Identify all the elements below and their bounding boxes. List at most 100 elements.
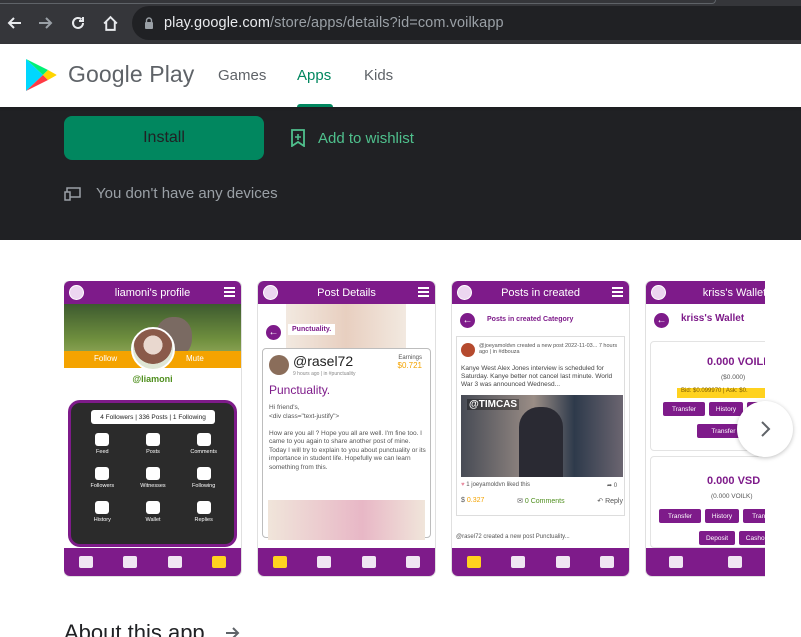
carousel-next-button[interactable] <box>737 401 793 457</box>
bottom-nav <box>258 548 435 576</box>
posts-icon <box>467 556 482 568</box>
hamburger-menu-icon <box>612 287 623 297</box>
posts-icon <box>668 556 683 568</box>
share-row: ➦ 0 <box>607 482 617 489</box>
grid-icon <box>555 556 570 568</box>
following-icon <box>196 467 211 480</box>
back-arrow-icon: ← <box>654 313 669 328</box>
back-arrow-icon: ← <box>460 313 475 328</box>
avatar <box>69 285 84 300</box>
about-section-heading[interactable]: About this app <box>64 620 241 637</box>
tab-games[interactable]: Games <box>218 67 266 84</box>
menu-following: Following <box>178 467 229 489</box>
screen-title-bar: kriss's Wallet <box>646 281 765 304</box>
forward-button[interactable] <box>35 12 57 34</box>
post-earnings: Earnings $0.721 <box>398 355 422 370</box>
back-button[interactable] <box>3 12 25 34</box>
post-meta: @joeyamoldvn created a new post 2022-11-… <box>479 343 618 355</box>
bank-icon <box>123 556 138 568</box>
back-arrow-icon: ← <box>266 325 281 340</box>
transfer-button: Transfer <box>659 509 701 523</box>
followers-icon <box>95 467 110 480</box>
home-button[interactable] <box>99 12 121 34</box>
profile-username: @liamoni <box>132 374 173 384</box>
bookmark-add-icon <box>291 129 305 147</box>
screen-title: Posts in created <box>501 286 580 299</box>
devices-notice: You don't have any devices <box>64 185 278 202</box>
app-hero: Install Add to wishlist You don't have a… <box>0 107 801 240</box>
brand-name[interactable]: Google Play <box>68 61 194 88</box>
heart-icon: ♥ <box>461 482 465 488</box>
menu-followers: Followers <box>77 467 128 489</box>
menu-label: Replies <box>194 517 213 523</box>
tab-apps[interactable]: Apps <box>297 67 331 84</box>
reply-action: ↶ Reply <box>597 497 623 505</box>
post-author: @rasel72 <box>293 353 354 369</box>
screenshot-post-details[interactable]: Post Details ← Punctuality. @rasel72 9 h… <box>258 281 435 576</box>
earnings-value: $0.721 <box>397 361 422 370</box>
posts-icon <box>273 556 288 568</box>
tab-strip-edge <box>0 0 716 4</box>
vsd-amount: 0.000 VSD <box>707 475 761 487</box>
screen-title: liamoni's profile <box>114 286 191 299</box>
arrow-left-icon <box>7 17 21 29</box>
dashboard-icon <box>405 556 420 568</box>
avatar <box>457 285 472 300</box>
hamburger-menu-icon <box>418 287 429 297</box>
like-count: 1 <box>466 482 470 488</box>
reload-button[interactable] <box>67 12 89 34</box>
tab-kids[interactable]: Kids <box>364 67 393 84</box>
arrow-right-icon <box>225 627 240 637</box>
transfer-button: Transfer <box>663 402 705 416</box>
devices-label: You don't have any devices <box>96 185 278 202</box>
screenshot-profile[interactable]: liamoni's profile Follow Mute @liamoni 4… <box>64 281 241 576</box>
menu-comments: Comments <box>178 433 229 455</box>
install-button[interactable]: Install <box>64 116 264 160</box>
menu-label: Followers <box>90 483 115 489</box>
home-icon <box>102 15 118 31</box>
chevron-right-icon <box>761 421 771 437</box>
screen-title-bar: liamoni's profile <box>64 281 241 304</box>
add-to-wishlist-button[interactable]: Add to wishlist <box>290 129 414 147</box>
image-caption: @TIMCAS <box>467 399 520 410</box>
voilk-amount: 0.000 VOILK <box>707 356 765 368</box>
active-tab-indicator <box>297 104 333 107</box>
menu-label: Following <box>192 483 216 489</box>
address-bar[interactable]: play.google.com/store/apps/details?id=co… <box>132 6 801 40</box>
post-meta: 9 hours ago | in #punctuality <box>293 371 356 377</box>
google-play-logo-icon[interactable] <box>23 57 59 93</box>
about-title: About this app <box>64 620 205 637</box>
wallet-heading: kriss's Wallet <box>681 313 745 324</box>
bank-icon <box>727 556 742 568</box>
url-host: play.google.com <box>164 15 271 31</box>
hamburger-menu-icon <box>224 287 235 297</box>
bank-icon <box>511 556 526 568</box>
bottom-nav <box>64 548 241 576</box>
rss-icon <box>95 433 110 446</box>
follow-button: Follow <box>94 354 118 363</box>
vsd-voilk: (0.000 VOILK) <box>711 493 753 500</box>
liked-by: joeyamoldvn liked this <box>471 482 530 488</box>
post-excerpt: Kanye West Alex Jones interview is sched… <box>461 365 613 388</box>
comments-count: ✉ 0 Comments <box>517 497 565 505</box>
next-post-preview: @rasel72 created a new post Punctuality.… <box>456 534 570 540</box>
reload-icon <box>72 16 84 29</box>
screen-title: Post Details <box>317 286 376 299</box>
post-title: Punctuality. <box>269 383 331 397</box>
post-image: @TIMCAS <box>461 395 623 477</box>
arrow-right-icon <box>39 17 53 29</box>
post-actions: $ 0.327 ✉ 0 Comments ↶ Reply <box>461 497 623 505</box>
screenshot-posts-created[interactable]: Posts in created ← Posts in created Cate… <box>452 281 629 576</box>
vsd-balance-card: 0.000 VSD (0.000 VOILK) Transfer History… <box>650 456 765 548</box>
url-path: /store/apps/details?id=com.voilkapp <box>270 15 504 31</box>
witnesses-icon <box>145 467 160 480</box>
play-header: Google Play Games Apps Kids <box>0 44 801 107</box>
menu-label: History <box>93 517 111 523</box>
lock-icon <box>145 17 153 29</box>
comments-label: 0 Comments <box>524 498 565 505</box>
person-silhouette <box>519 407 563 477</box>
profile-menu-panel: 4 Followers | 336 Posts | 1 Following Fe… <box>68 400 237 547</box>
screenshot-carousel[interactable]: liamoni's profile Follow Mute @liamoni 4… <box>64 281 765 577</box>
share-count: 0 <box>613 483 618 489</box>
dashboard-icon <box>599 556 614 568</box>
